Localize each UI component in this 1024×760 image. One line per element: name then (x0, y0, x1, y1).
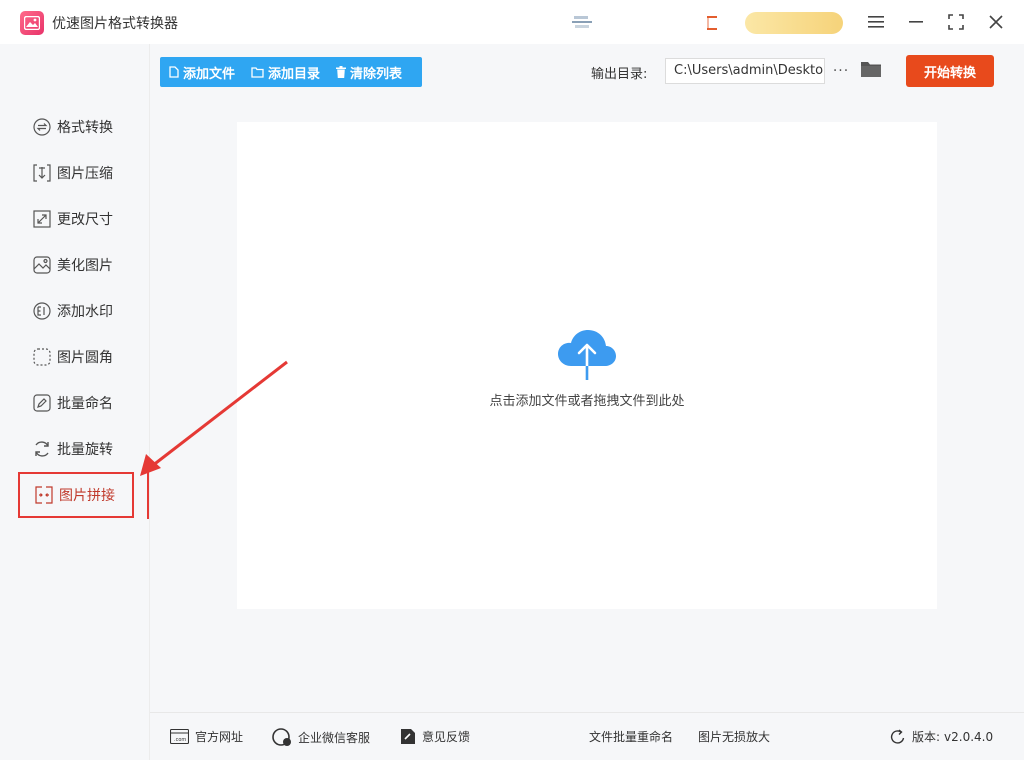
website-icon: .com (170, 729, 189, 744)
official-site-label: 官方网址 (195, 730, 244, 744)
version-label: 版本: (912, 730, 941, 744)
batch-rename-link[interactable]: 文件批量重命名 (589, 728, 673, 745)
start-convert-button[interactable]: 开始转换 (906, 55, 994, 87)
folder-outline-icon (251, 66, 264, 78)
svg-text:.com: .com (174, 737, 186, 743)
sidebar-item-label: 图片圆角 (57, 350, 113, 366)
sidebar-item-label: 批量命名 (57, 396, 113, 412)
version-info[interactable]: 版本: v2.0.4.0 (890, 728, 993, 745)
sidebar-item-label: 图片压缩 (57, 166, 113, 182)
sidebar-item-label: 格式转换 (57, 120, 113, 136)
add-folder-label: 添加目录 (268, 66, 321, 82)
cloud-upload-icon (558, 330, 616, 382)
notification-icon[interactable] (706, 15, 718, 31)
refresh-icon (890, 728, 905, 744)
add-folder-button[interactable]: 添加目录 (242, 57, 327, 87)
trash-icon (336, 66, 347, 78)
sidebar-item-batch-rotate[interactable]: 批量旋转 (18, 426, 134, 472)
rotate-icon (32, 439, 52, 459)
picture-logo-icon (20, 11, 44, 35)
file-drop-zone[interactable]: 点击添加文件或者拖拽文件到此处 (237, 122, 937, 609)
toolbar: 添加文件 添加目录 清除列表 输出目录: C:\Users\admin\Desk… (150, 44, 1024, 102)
sidebar-item-compress[interactable]: 图片压缩 (18, 150, 134, 196)
sidebar-item-rounded-corner[interactable]: 图片圆角 (18, 334, 134, 380)
drop-hint-text: 点击添加文件或者拖拽文件到此处 (489, 394, 685, 409)
feedback-icon (401, 729, 415, 744)
sidebar-item-beautify[interactable]: 美化图片 (18, 242, 134, 288)
output-dir-label: 输出目录: (591, 67, 648, 82)
file-icon (169, 66, 179, 78)
close-icon[interactable] (984, 10, 1008, 34)
app-title: 优速图片格式转换器 (52, 16, 178, 32)
output-dir-field[interactable]: C:\Users\admin\Deskto (665, 58, 825, 84)
sidebar-item-stitch[interactable]: 图片拼接 (18, 472, 134, 518)
sidebar: 格式转换 图片压缩 更改尺寸 美化图片 添加水印 图片圆角 批量命名 批量旋转 … (0, 44, 150, 760)
feedback-label: 意见反馈 (422, 730, 471, 744)
maximize-icon[interactable] (944, 10, 968, 34)
watermark-icon (32, 301, 52, 321)
sidebar-item-label: 美化图片 (57, 258, 113, 274)
footer: .com 官方网址 企业微信客服 意见反馈 文件批量重命名 图片无损放大 版本:… (150, 712, 1024, 760)
sidebar-item-label: 图片拼接 (59, 488, 115, 504)
lossless-enlarge-link[interactable]: 图片无损放大 (698, 728, 770, 745)
status-icon (572, 16, 592, 28)
swap-circle-icon (32, 117, 52, 137)
add-file-label: 添加文件 (183, 66, 236, 82)
sidebar-item-format-convert[interactable]: 格式转换 (18, 104, 134, 150)
official-site-link[interactable]: .com 官方网址 (170, 728, 243, 745)
clear-list-label: 清除列表 (350, 66, 403, 82)
minimize-icon[interactable] (904, 10, 928, 34)
active-indicator (147, 471, 149, 519)
compress-icon (32, 163, 52, 183)
wechat-support-link[interactable]: 企业微信客服 (272, 728, 370, 746)
title-bar: 优速图片格式转换器 (0, 0, 1024, 44)
hamburger-icon[interactable] (864, 10, 888, 34)
rounded-corner-icon (32, 347, 52, 367)
promo-badge[interactable] (745, 12, 843, 34)
version-value: v2.0.4.0 (944, 729, 994, 744)
sidebar-item-watermark[interactable]: 添加水印 (18, 288, 134, 334)
more-options-button[interactable]: ··· (830, 58, 852, 84)
chat-icon (272, 728, 291, 746)
sidebar-item-batch-rename[interactable]: 批量命名 (18, 380, 134, 426)
file-action-group: 添加文件 添加目录 清除列表 (160, 57, 422, 87)
wechat-support-label: 企业微信客服 (298, 730, 371, 745)
beautify-icon (32, 255, 52, 275)
open-folder-icon[interactable] (860, 59, 882, 83)
feedback-link[interactable]: 意见反馈 (400, 728, 470, 745)
rename-icon (32, 393, 52, 413)
sidebar-item-label: 批量旋转 (57, 442, 113, 458)
stitch-icon (34, 485, 54, 505)
sidebar-item-resize[interactable]: 更改尺寸 (18, 196, 134, 242)
clear-list-button[interactable]: 清除列表 (327, 57, 409, 87)
resize-icon (32, 209, 52, 229)
sidebar-item-label: 添加水印 (57, 304, 113, 320)
sidebar-item-label: 更改尺寸 (57, 212, 113, 228)
add-file-button[interactable]: 添加文件 (160, 57, 242, 87)
